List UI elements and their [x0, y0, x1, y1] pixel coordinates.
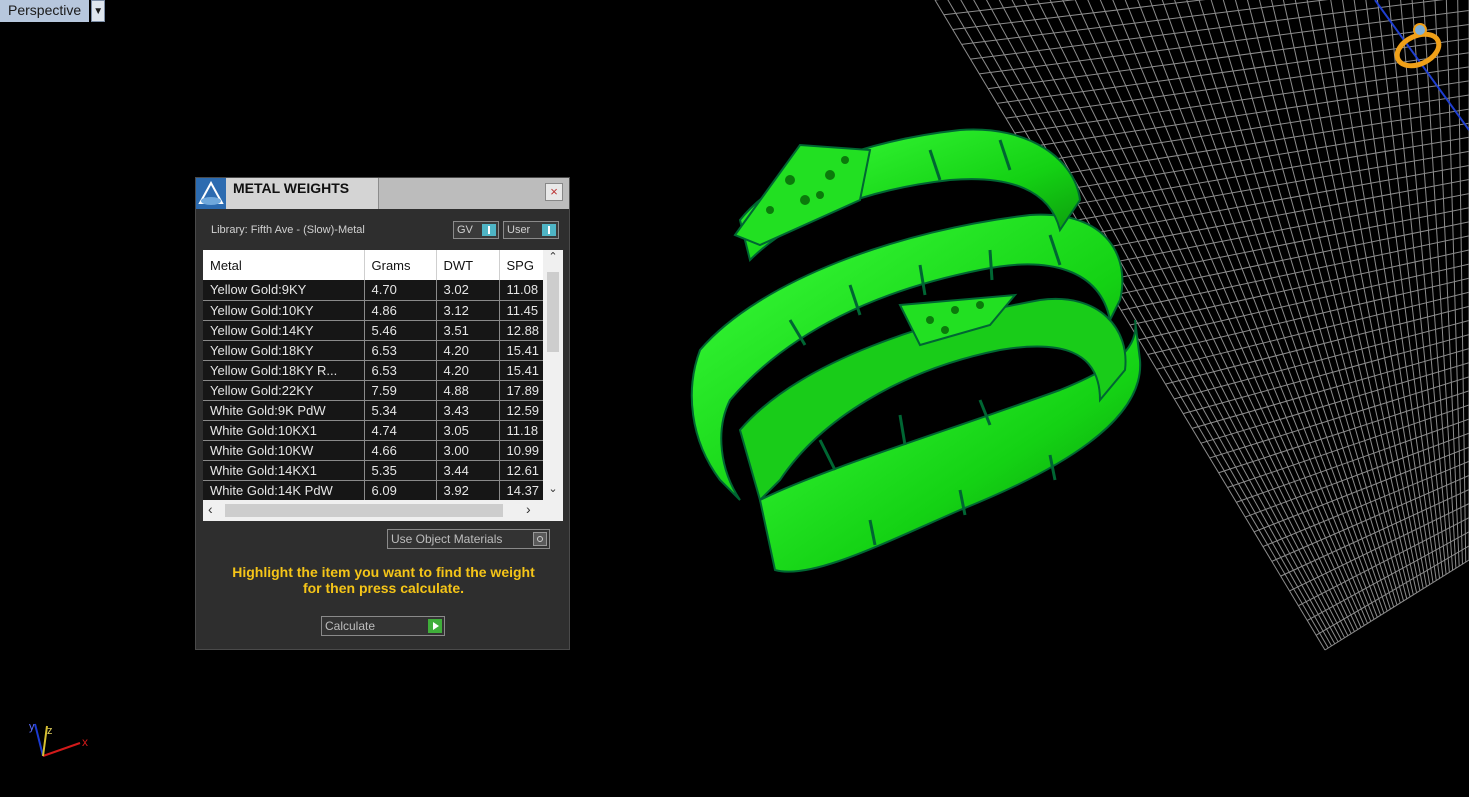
scroll-thumb[interactable]: [547, 272, 559, 352]
cell-spg[interactable]: 11.08: [499, 280, 544, 301]
cell-grams[interactable]: 5.35: [364, 460, 437, 481]
cell-spg[interactable]: 12.61: [499, 460, 544, 481]
cell-spg[interactable]: 11.18: [499, 420, 544, 441]
gv-toggle-label: GV: [457, 224, 473, 236]
cell-dwt[interactable]: 4.88: [436, 380, 500, 401]
cell-spg[interactable]: 12.88: [499, 320, 544, 341]
column-header-metal[interactable]: Metal: [203, 250, 365, 280]
cell-spg[interactable]: 12.59: [499, 400, 544, 421]
axis-x-label: x: [82, 735, 88, 749]
cell-metal[interactable]: White Gold:10KX1: [203, 420, 365, 441]
column-header-spg[interactable]: SPG: [499, 250, 544, 280]
instruction-text: Highlight the item you want to find the …: [206, 564, 561, 596]
cell-grams[interactable]: 5.46: [364, 320, 437, 341]
table-row[interactable]: Yellow Gold:14KY 5.46 3.51 12.88: [203, 320, 544, 341]
axis-z-label: z: [47, 725, 53, 737]
cell-metal[interactable]: Yellow Gold:14KY: [203, 320, 365, 341]
cell-dwt[interactable]: 3.43: [436, 400, 500, 421]
calculate-button[interactable]: Calculate: [321, 616, 445, 636]
cell-dwt[interactable]: 3.92: [436, 480, 500, 501]
metals-table: Metal Grams DWT SPG Yellow Gold:9KY 4.70 3…: [203, 250, 544, 501]
toggle-knob-icon: [482, 224, 496, 236]
cell-dwt[interactable]: 3.44: [436, 460, 500, 481]
cell-dwt[interactable]: 3.51: [436, 320, 500, 341]
table-header-row: Metal Grams DWT SPG: [203, 250, 544, 280]
cell-dwt[interactable]: 3.02: [436, 280, 500, 301]
cell-dwt[interactable]: 3.05: [436, 420, 500, 441]
table-row[interactable]: White Gold:9K PdW 5.34 3.43 12.59: [203, 400, 544, 421]
metals-table-container[interactable]: Metal Grams DWT SPG Yellow Gold:9KY 4.70 3…: [203, 250, 563, 521]
use-object-materials-label: Use Object Materials: [391, 532, 503, 546]
cell-metal[interactable]: White Gold:14KX1: [203, 460, 365, 481]
cell-grams[interactable]: 5.34: [364, 400, 437, 421]
axis-gizmo: x y z: [29, 721, 88, 757]
cell-metal[interactable]: Yellow Gold:10KY: [203, 300, 365, 321]
user-toggle[interactable]: User: [503, 221, 559, 239]
metal-weights-panel: METAL WEIGHTS × Library: Fifth Ave - (Sl…: [195, 177, 570, 650]
axis-y-label: y: [29, 721, 35, 733]
cell-metal[interactable]: Yellow Gold:9KY: [203, 280, 365, 301]
use-object-materials-option[interactable]: Use Object Materials: [387, 529, 550, 549]
triangle-down-icon[interactable]: ▼: [91, 0, 106, 22]
scroll-right-icon[interactable]: ›: [526, 501, 531, 517]
cell-metal[interactable]: Yellow Gold:18KY R...: [203, 360, 365, 381]
play-icon: [428, 619, 442, 633]
cell-grams[interactable]: 6.09: [364, 480, 437, 501]
cell-grams[interactable]: 4.70: [364, 280, 437, 301]
table-row[interactable]: Yellow Gold:10KY 4.86 3.12 11.45: [203, 300, 544, 321]
panel-title: METAL WEIGHTS: [233, 180, 350, 196]
cell-grams[interactable]: 4.66: [364, 440, 437, 461]
cell-metal[interactable]: White Gold:14K PdW: [203, 480, 365, 501]
instruction-line-1: Highlight the item you want to find the …: [232, 564, 535, 580]
user-toggle-label: User: [507, 224, 531, 236]
calculate-label: Calculate: [325, 619, 376, 633]
viewport-label[interactable]: Perspective: [0, 0, 90, 22]
table-row[interactable]: Yellow Gold:18KY 6.53 4.20 15.41: [203, 340, 544, 361]
cell-metal[interactable]: Yellow Gold:18KY: [203, 340, 365, 361]
cell-dwt[interactable]: 4.20: [436, 340, 500, 361]
horizontal-scrollbar[interactable]: ‹ ›: [203, 500, 563, 521]
cell-spg[interactable]: 15.41: [499, 340, 544, 361]
gv-toggle[interactable]: GV: [453, 221, 499, 239]
vertical-scrollbar[interactable]: ⌃ ⌄: [543, 250, 563, 500]
cell-spg[interactable]: 11.45: [499, 300, 544, 321]
cell-metal[interactable]: White Gold:9K PdW: [203, 400, 365, 421]
cell-dwt[interactable]: 3.00: [436, 440, 500, 461]
cell-dwt[interactable]: 3.12: [436, 300, 500, 321]
table-row[interactable]: Yellow Gold:18KY R... 6.53 4.20 15.41: [203, 360, 544, 381]
cell-grams[interactable]: 4.86: [364, 300, 437, 321]
cell-metal[interactable]: White Gold:10KW: [203, 440, 365, 461]
panel-titlebar[interactable]: METAL WEIGHTS ×: [196, 178, 569, 209]
radio-icon[interactable]: [533, 532, 547, 546]
cell-metal[interactable]: Yellow Gold:22KY: [203, 380, 365, 401]
viewport-title[interactable]: Perspective ▼: [0, 0, 106, 22]
cell-grams[interactable]: 4.74: [364, 420, 437, 441]
library-label: Library: Fifth Ave - (Slow)-Metal: [211, 224, 365, 236]
cell-grams[interactable]: 7.59: [364, 380, 437, 401]
table-row[interactable]: Yellow Gold:22KY 7.59 4.88 17.89: [203, 380, 544, 401]
table-row[interactable]: White Gold:14K PdW 6.09 3.92 14.37: [203, 480, 544, 501]
cell-grams[interactable]: 6.53: [364, 360, 437, 381]
table-row[interactable]: White Gold:14KX1 5.35 3.44 12.61: [203, 460, 544, 481]
cell-spg[interactable]: 10.99: [499, 440, 544, 461]
hscroll-thumb[interactable]: [225, 504, 503, 517]
scroll-up-icon[interactable]: ⌃: [543, 250, 563, 268]
toggle-knob-icon: [542, 224, 556, 236]
cell-spg[interactable]: 15.41: [499, 360, 544, 381]
cell-spg[interactable]: 17.89: [499, 380, 544, 401]
close-button[interactable]: ×: [545, 183, 563, 201]
cell-dwt[interactable]: 4.20: [436, 360, 500, 381]
table-row[interactable]: White Gold:10KW 4.66 3.00 10.99: [203, 440, 544, 461]
scroll-left-icon[interactable]: ‹: [208, 501, 213, 517]
table-row[interactable]: Yellow Gold:9KY 4.70 3.02 11.08: [203, 280, 544, 301]
ring-navigation-icon[interactable]: [1392, 22, 1447, 72]
instruction-line-2: for then press calculate.: [302, 580, 465, 596]
cell-grams[interactable]: 6.53: [364, 340, 437, 361]
scroll-down-icon[interactable]: ⌄: [543, 482, 563, 500]
column-header-grams[interactable]: Grams: [364, 250, 437, 280]
cell-spg[interactable]: 14.37: [499, 480, 544, 501]
column-header-dwt[interactable]: DWT: [436, 250, 500, 280]
table-row[interactable]: White Gold:10KX1 4.74 3.05 11.18: [203, 420, 544, 441]
app-logo-icon: [196, 178, 226, 209]
